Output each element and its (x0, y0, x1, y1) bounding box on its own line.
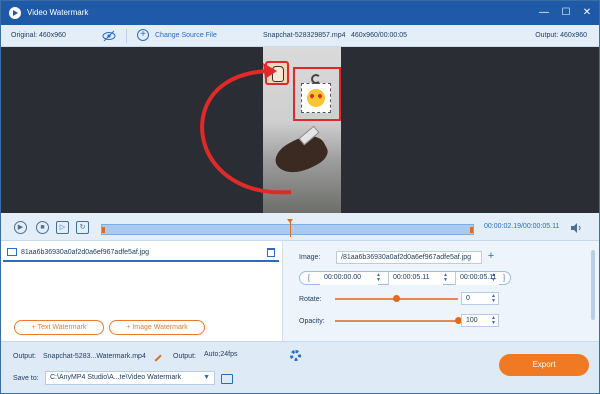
time-range-group: [ 00:00:00.00 ▲ ▼ 00:00:05.11 ▲ ▼ 00:00:05… (299, 271, 511, 285)
watermark-list-item[interactable]: 81aa6b36930a0af2d0a6ef967adfe5af.jpg (3, 245, 279, 262)
title-bar: Video Watermark — ☐ ✕ (1, 1, 599, 25)
save-path-value: C:\AnyMP4 Studio\A...te\Video Watermark (50, 374, 182, 381)
info-bar: Original: 460x960 + Change Source File S… (1, 25, 599, 47)
app-logo-icon (9, 7, 21, 19)
source-file-name: Snapchat-528329857.mp4 (263, 32, 346, 39)
next-frame-icon[interactable]: ▷ (56, 221, 69, 234)
video-watermark-window: Video Watermark — ☐ ✕ Original: 460x960 … (0, 0, 600, 394)
curved-arrow-icon (200, 63, 292, 195)
timeline-playhead[interactable] (287, 219, 293, 237)
export-button[interactable]: Export (499, 354, 589, 376)
end-time-field[interactable]: 00:00:05.11 (388, 272, 443, 285)
rotate-handle-icon[interactable] (311, 74, 321, 84)
loop-icon[interactable]: ↻ (76, 221, 89, 234)
playback-controls: ▶ ■ ▷ ↻ 00:00:02.19/00:00:05.11 (1, 213, 599, 241)
gear-icon[interactable] (290, 350, 301, 361)
minimize-button[interactable]: — (537, 6, 551, 20)
output-size-label: Output: 460x960 (535, 32, 587, 39)
chevron-down-icon[interactable]: ▼ (203, 372, 210, 384)
duration-stepper[interactable]: ▲ ▼ (491, 273, 497, 283)
opacity-stepper[interactable]: ▲ ▼ (491, 316, 497, 326)
eye-icon[interactable] (102, 30, 116, 42)
image-watermark-label: Image Watermark (132, 324, 188, 331)
maximize-button[interactable]: ☐ (559, 6, 573, 20)
window-title: Video Watermark (27, 8, 89, 17)
bracket-open-icon[interactable]: [ (308, 275, 310, 282)
play-icon[interactable]: ▶ (14, 221, 27, 234)
image-watermark-button[interactable]: + Image Watermark (109, 320, 205, 335)
end-time-stepper[interactable]: ▲ ▼ (443, 273, 449, 283)
watermark-file-name: 81aa6b36930a0af2d0a6ef967adfe5af.jpg (21, 249, 150, 256)
rotate-stepper[interactable]: ▲ ▼ (491, 294, 497, 304)
timeline-slider[interactable] (101, 219, 474, 237)
output-label: Output: (13, 353, 36, 360)
text-watermark-label: Text Watermark (37, 324, 87, 331)
stop-icon[interactable]: ■ (36, 221, 49, 234)
image-label: Image: (299, 254, 321, 261)
opacity-label: Opacity: (299, 318, 325, 325)
original-size-label: Original: 460x960 (11, 32, 66, 39)
change-source-file-link[interactable]: Change Source File (155, 32, 217, 39)
divider (126, 29, 127, 43)
settings-scrollbar[interactable] (591, 250, 595, 320)
bracket-close-icon[interactable]: ] (503, 275, 505, 282)
start-time-field[interactable]: 00:00:00.00 (320, 272, 378, 285)
trim-end-handle[interactable] (470, 227, 473, 233)
add-source-icon[interactable]: + (137, 29, 149, 41)
watermark-list-panel: 81aa6b36930a0af2d0a6ef967adfe5af.jpg + T… (1, 241, 283, 341)
video-preview (1, 47, 599, 213)
image-icon (7, 248, 17, 256)
close-button[interactable]: ✕ (580, 6, 594, 20)
output-file-name: Snapchat-5283...Watermark.mp4 (43, 353, 146, 360)
start-time-stepper[interactable]: ▲ ▼ (376, 273, 382, 283)
rotate-label: Rotate: (299, 296, 322, 303)
folder-icon[interactable] (221, 374, 233, 384)
bottom-bar: Output: Snapchat-5283...Watermark.mp4 Ou… (1, 341, 599, 393)
trash-icon[interactable] (267, 248, 275, 257)
text-watermark-button[interactable]: + Text Watermark (14, 320, 104, 335)
add-image-icon[interactable]: + (485, 251, 497, 263)
watermark-settings-panel: Image: /81aa6b36930a0af2d0a6ef967adfe5af… (284, 241, 599, 341)
edit-icon[interactable] (150, 350, 162, 362)
save-to-label: Save to: (13, 375, 39, 382)
time-readout: 00:00:02.19/00:00:05.11 (484, 223, 560, 230)
save-path-select[interactable]: C:\AnyMP4 Studio\A...te\Video Watermark … (45, 371, 215, 385)
opacity-slider[interactable] (335, 320, 458, 322)
source-file-meta: 460x960/00:00:05 (351, 32, 408, 39)
image-path-field[interactable]: /81aa6b36930a0af2d0a6ef967adfe5af.jpg (336, 251, 482, 264)
trim-start-handle[interactable] (102, 227, 105, 233)
volume-icon[interactable] (571, 223, 583, 233)
output-format-label: Output: (173, 353, 196, 360)
rotate-slider-thumb[interactable] (393, 295, 400, 302)
